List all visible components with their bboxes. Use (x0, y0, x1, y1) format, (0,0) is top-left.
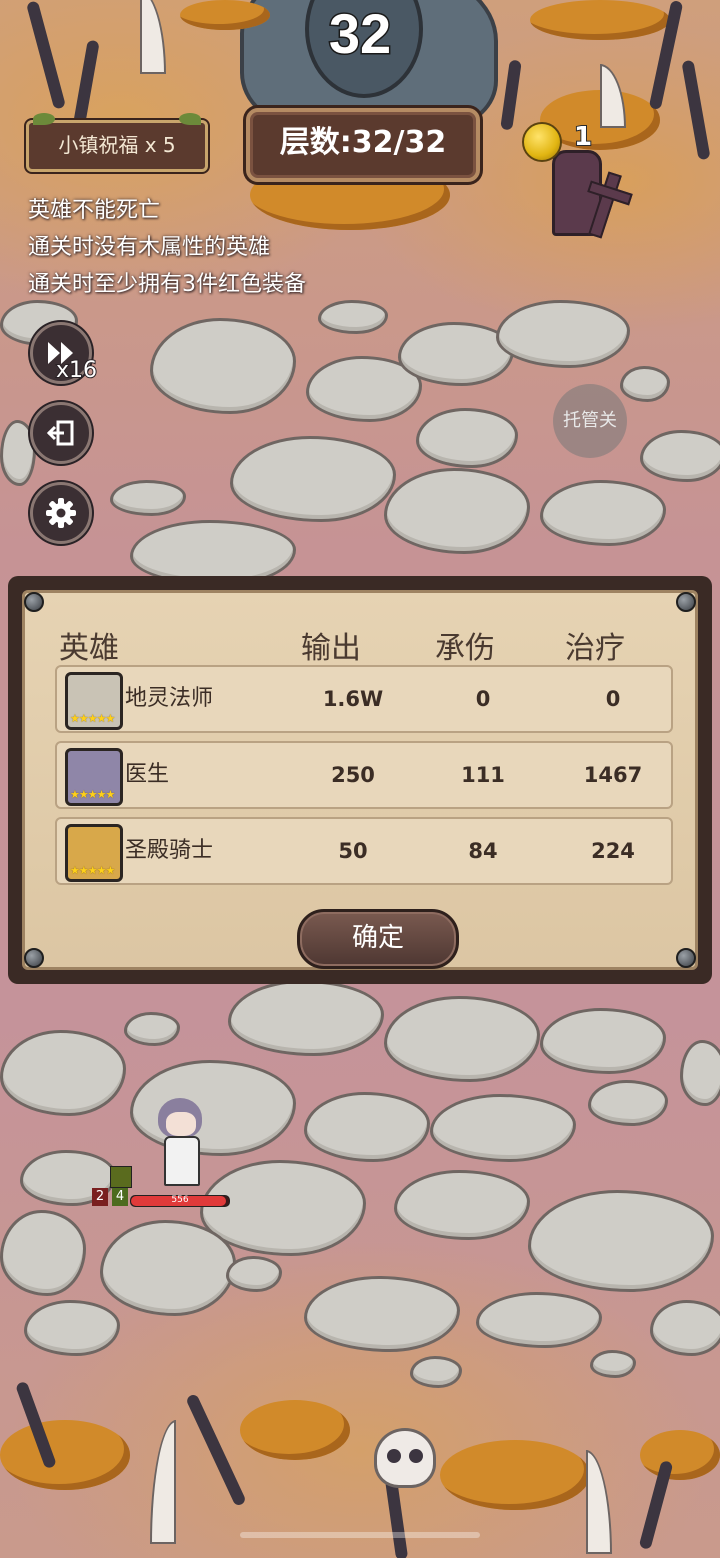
stepping-stone (318, 300, 388, 334)
stepping-stone (410, 1356, 462, 1388)
stepping-stone (150, 318, 296, 414)
blessing-label: 小镇祝福 x 5 (58, 133, 176, 157)
stepping-stone (304, 1276, 460, 1352)
stepping-stone (394, 1170, 530, 1240)
hero-portrait: ★★★★★ (65, 748, 123, 806)
hero-name: 圣殿骑士 (125, 838, 214, 863)
healing-value: 0 (605, 687, 621, 711)
stepping-stone (0, 1030, 126, 1116)
bush (530, 0, 670, 40)
bush (240, 1400, 350, 1460)
bush (440, 1440, 590, 1510)
speed-multiplier: x16 (55, 357, 98, 384)
town-blessing-badge[interactable]: 小镇祝福 x 5 (26, 113, 208, 172)
stepping-stone (124, 1012, 180, 1046)
stepping-stone (230, 436, 396, 522)
quest-item: 英雄不能死亡 (28, 198, 161, 223)
star-rating: ★★★★★ (70, 788, 115, 801)
damage-taken-value: 84 (468, 839, 498, 863)
damage-taken-value: 111 (461, 763, 505, 787)
stepping-stone (110, 480, 186, 516)
hero-sprite[interactable] (150, 1098, 210, 1188)
unit-level-badge: 2 (92, 1188, 108, 1206)
hero-face (166, 1112, 196, 1136)
stepping-stone (416, 408, 518, 468)
stepping-stone (680, 1040, 720, 1106)
hero-name: 地灵法师 (125, 686, 214, 711)
skull-decoration (374, 1428, 436, 1488)
coin-count: 1 (573, 121, 593, 153)
home-indicator (240, 1532, 480, 1538)
damage-taken-value: 0 (475, 687, 491, 711)
unit-hp-bar: 556 (130, 1195, 230, 1207)
star-rating: ★★★★★ (70, 712, 115, 725)
stepping-stone (0, 1210, 86, 1296)
hero-portrait: ★★★★★ (65, 824, 123, 882)
hero-name: 医生 (125, 762, 170, 787)
floor-progress-label: 层数:32/32 (279, 125, 447, 160)
stepping-stone (540, 480, 666, 546)
star-rating: ★★★★★ (70, 864, 115, 877)
stepping-stone (640, 430, 720, 482)
exit-door-icon (46, 420, 74, 446)
quest-item: 通关时至少拥有3件红色装备 (28, 272, 306, 297)
gold-coin-icon (522, 122, 562, 162)
rivet (676, 592, 696, 612)
healing-value: 1467 (583, 763, 643, 787)
gear-icon (46, 498, 76, 528)
stepping-stone (100, 1220, 236, 1316)
table-row: ★★★★★ 圣殿骑士 50 84 224 (55, 817, 673, 885)
column-header-healing: 治疗 (565, 631, 625, 666)
stepping-stone (226, 1256, 282, 1292)
stepping-stone (496, 300, 630, 368)
floor-progress-badge: 层数:32/32 (246, 108, 480, 182)
stepping-stone (540, 1008, 666, 1074)
bush (640, 1430, 720, 1480)
battle-result-panel: 英雄 输出 承伤 治疗 ★★★★★ 地灵法师 1.6W 0 0 ★★★★★ 医生… (8, 576, 712, 984)
settings-button[interactable] (30, 482, 92, 544)
stepping-stone (476, 1292, 602, 1348)
stepping-stone (650, 1300, 720, 1356)
rivet (24, 948, 44, 968)
current-floor-number: 32 (327, 1, 392, 67)
exit-button[interactable] (30, 402, 92, 464)
table-row: ★★★★★ 医生 250 111 1467 (55, 741, 673, 809)
stepping-stone (24, 1300, 120, 1356)
stepping-stone (620, 366, 670, 402)
bush (180, 0, 270, 30)
stepping-stone (528, 1190, 714, 1292)
stepping-stone (228, 980, 384, 1056)
equipment-icon (110, 1166, 132, 1188)
leaf-icon (179, 113, 201, 125)
stepping-stone (588, 1080, 668, 1126)
quest-item: 通关时没有木属性的英雄 (28, 235, 271, 260)
stepping-stone (304, 1092, 430, 1162)
rivet (676, 948, 696, 968)
hp-value: 556 (171, 1195, 189, 1205)
column-header-damage-taken: 承伤 (435, 631, 495, 666)
leaf-icon (33, 113, 55, 125)
hero-coat (164, 1136, 200, 1186)
stepping-stone (384, 468, 530, 554)
hero-portrait: ★★★★★ (65, 672, 123, 730)
column-header-hero: 英雄 (59, 631, 119, 666)
output-value: 50 (338, 839, 368, 863)
unit-level-badge: 4 (112, 1188, 128, 1206)
healing-value: 224 (591, 839, 635, 863)
output-value: 250 (331, 763, 375, 787)
output-value: 1.6W (322, 687, 384, 711)
stepping-stone (590, 1350, 636, 1378)
quest-objectives: 英雄不能死亡 通关时没有木属性的英雄 通关时至少拥有3件红色装备 (28, 192, 306, 303)
table-row: ★★★★★ 地灵法师 1.6W 0 0 (55, 665, 673, 733)
confirm-button[interactable]: 确定 (297, 909, 459, 969)
bush (0, 1420, 130, 1490)
stepping-stone (430, 1094, 576, 1162)
rivet (24, 592, 44, 612)
auto-battle-toggle[interactable]: 托管关 (553, 384, 627, 458)
panel-body: 英雄 输出 承伤 治疗 ★★★★★ 地灵法师 1.6W 0 0 ★★★★★ 医生… (22, 590, 698, 970)
column-header-output: 输出 (301, 631, 361, 666)
stepping-stone (384, 996, 540, 1082)
